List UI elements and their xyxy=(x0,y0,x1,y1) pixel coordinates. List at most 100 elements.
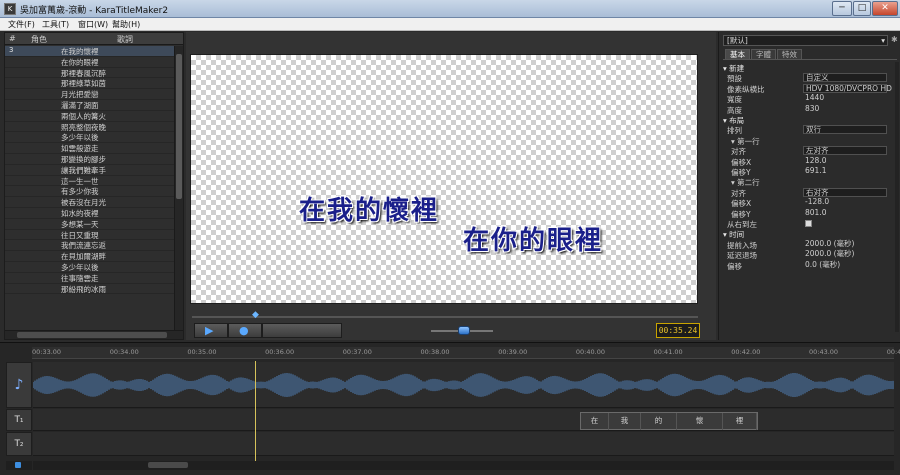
lyric-row[interactable]: 那變換的腳步 xyxy=(5,154,175,165)
lyric-row[interactable]: 那裡綠草如茵 xyxy=(5,78,175,90)
transport-spacer xyxy=(262,323,342,338)
settings-icon[interactable]: ✱ xyxy=(891,35,898,44)
lyric-row[interactable]: 3 在我的懷裡 xyxy=(5,46,175,57)
menu-bar: 文件(F) 工具(T) 窗口(W) 幫助(H) xyxy=(0,18,900,31)
tab-font[interactable]: 字體 xyxy=(751,49,776,59)
lyric-row[interactable]: 月光把愛戀 xyxy=(5,89,175,100)
scroll-thumb[interactable] xyxy=(148,462,188,468)
clip-syllable[interactable]: 的 xyxy=(641,413,677,430)
timeline-horizontal-scrollbar[interactable] xyxy=(33,461,894,470)
lyrics-horizontal-scrollbar[interactable] xyxy=(5,330,183,339)
preset-dropdown[interactable]: [默认] ▾ xyxy=(723,35,888,46)
property-value[interactable]: 1440 xyxy=(803,94,887,103)
property-label: ▾ 时间 xyxy=(723,230,745,240)
column-header-lyric[interactable]: 歌詞 xyxy=(117,34,133,45)
property-dropdown[interactable]: 左对齐 xyxy=(803,146,887,156)
lyric-row[interactable]: 多想某一天 xyxy=(5,219,175,230)
property-dropdown[interactable]: 右对齐 xyxy=(803,187,887,197)
lyric-row[interactable]: 有多少你我 xyxy=(5,186,175,198)
volume-slider-knob[interactable] xyxy=(458,326,470,335)
chevron-down-icon: ▾ xyxy=(881,36,885,45)
properties-scrollbar[interactable] xyxy=(895,62,899,332)
property-section[interactable]: ▾ 时间 xyxy=(723,229,899,239)
tab-effects[interactable]: 特效 xyxy=(777,49,802,59)
music-note-icon: ♪ xyxy=(14,377,24,393)
lyric-row[interactable]: 多少年以後 xyxy=(5,132,175,144)
title-bar: K 吳加富萬歲-滾動 - KaraTitleMaker2 ─ □ ✕ xyxy=(0,0,900,18)
lyric-row[interactable]: 讓我們難牽手 xyxy=(5,165,175,176)
lyric-row[interactable]: 照亮整個夜晚 xyxy=(5,122,175,133)
property-section[interactable]: ▾ 新建 xyxy=(723,63,899,73)
property-value[interactable]: 830 xyxy=(803,104,887,114)
audio-track[interactable] xyxy=(32,362,894,408)
property-row: 从右到左 xyxy=(723,219,899,229)
lyric-clip[interactable]: 在我的懷裡 xyxy=(580,412,758,430)
scroll-thumb[interactable] xyxy=(17,332,167,338)
property-dropdown[interactable]: 自定义 xyxy=(803,73,887,83)
subtitle-track-1[interactable] xyxy=(33,409,894,431)
lyric-row[interactable]: 如雲般遊走 xyxy=(5,143,175,154)
lyric-row[interactable]: 灑滿了湖面 xyxy=(5,100,175,111)
lyric-row[interactable]: 那紛飛的冰雨 xyxy=(5,284,175,295)
maximize-button[interactable]: □ xyxy=(853,1,871,16)
tab-basic[interactable]: 基本 xyxy=(725,49,750,59)
ruler-tick-label: 00:42.00 xyxy=(731,348,761,356)
lyric-row[interactable]: 往事隨雲走 xyxy=(5,273,175,284)
property-value[interactable]: 801.0 xyxy=(803,208,887,218)
lyric-row[interactable]: 我們流連忘返 xyxy=(5,240,175,252)
menu-tools[interactable]: 工具(T) xyxy=(42,19,69,30)
scroll-thumb[interactable] xyxy=(176,54,182,199)
lyric-row[interactable]: 那裡春風沉醉 xyxy=(5,68,175,79)
seek-bar[interactable] xyxy=(192,316,698,318)
stop-button[interactable]: ● xyxy=(228,323,262,338)
property-section[interactable]: ▾ 布局 xyxy=(723,115,899,125)
clip-syllable[interactable]: 懷 xyxy=(677,413,723,430)
clip-syllable[interactable]: 裡 xyxy=(723,413,757,430)
zoom-knob[interactable] xyxy=(15,462,21,468)
rtl-checkbox[interactable] xyxy=(805,220,812,227)
time-ruler[interactable]: 00:33.00 00:34.00 00:35.00 00:36.00 00:37.00… xyxy=(32,347,900,359)
clip-syllable[interactable]: 在 xyxy=(581,413,609,430)
subtitle-track-2[interactable] xyxy=(33,432,894,456)
property-dropdown[interactable]: 双行 xyxy=(803,125,887,135)
property-value[interactable]: 691.1 xyxy=(803,167,887,176)
audio-track-header[interactable]: ♪ xyxy=(6,362,32,408)
property-label: 高度 xyxy=(727,105,742,115)
play-button[interactable]: ▶ xyxy=(194,323,228,338)
property-value[interactable]: 2000.0 (毫秒) xyxy=(803,250,887,259)
lyric-row[interactable]: 往日又重現 xyxy=(5,230,175,241)
clip-syllable[interactable]: 我 xyxy=(609,413,641,430)
ruler-tick-label: 00:44.00 xyxy=(886,348,900,356)
menu-window[interactable]: 窗口(W) xyxy=(78,19,108,30)
property-row: 延迟退场 2000.0 (毫秒) xyxy=(723,250,899,261)
column-header-role[interactable]: 角色 xyxy=(31,34,47,45)
lyric-row[interactable]: 在你的眼裡 xyxy=(5,57,175,68)
property-dropdown[interactable]: HDV 1080/DVCPRO HD xyxy=(803,83,892,93)
column-header-number[interactable]: # xyxy=(9,34,16,43)
close-button[interactable]: ✕ xyxy=(872,1,898,16)
lyric-row[interactable]: 被吞沒在月光 xyxy=(5,197,175,208)
subtitle-track-1-header[interactable]: T₁ xyxy=(6,409,32,431)
zoom-slider[interactable] xyxy=(6,461,32,470)
property-value[interactable]: -128.0 xyxy=(803,198,887,207)
lyric-row[interactable]: 這一生一世 xyxy=(5,176,175,187)
property-section[interactable]: ▾ 第二行 xyxy=(723,177,899,187)
property-section[interactable]: ▾ 第一行 xyxy=(723,136,899,146)
seek-marker-icon[interactable]: ◆ xyxy=(252,310,259,320)
property-value[interactable]: 0.0 (毫秒) xyxy=(803,260,887,270)
lyric-row[interactable]: 兩個人的篝火 xyxy=(5,111,175,122)
lyric-row[interactable]: 如水的夜裡 xyxy=(5,208,175,219)
menu-help[interactable]: 幫助(H) xyxy=(112,19,140,30)
minimize-button[interactable]: ─ xyxy=(832,1,852,16)
lyric-row-text: 在貝加爾湖畔 xyxy=(61,252,106,262)
playhead[interactable] xyxy=(255,361,256,464)
lyric-row[interactable]: 多少年以後 xyxy=(5,262,175,273)
subtitle-track-2-header[interactable]: T₂ xyxy=(6,432,32,456)
lyric-row-text: 照亮整個夜晚 xyxy=(61,122,106,132)
property-value[interactable]: 2000.0 (毫秒) xyxy=(803,239,887,249)
lyric-row[interactable]: 在貝加爾湖畔 xyxy=(5,251,175,262)
property-value[interactable]: 128.0 xyxy=(803,156,887,166)
menu-file[interactable]: 文件(F) xyxy=(8,19,35,30)
property-label: 偏移X xyxy=(731,157,752,167)
lyrics-vertical-scrollbar[interactable] xyxy=(174,46,183,331)
